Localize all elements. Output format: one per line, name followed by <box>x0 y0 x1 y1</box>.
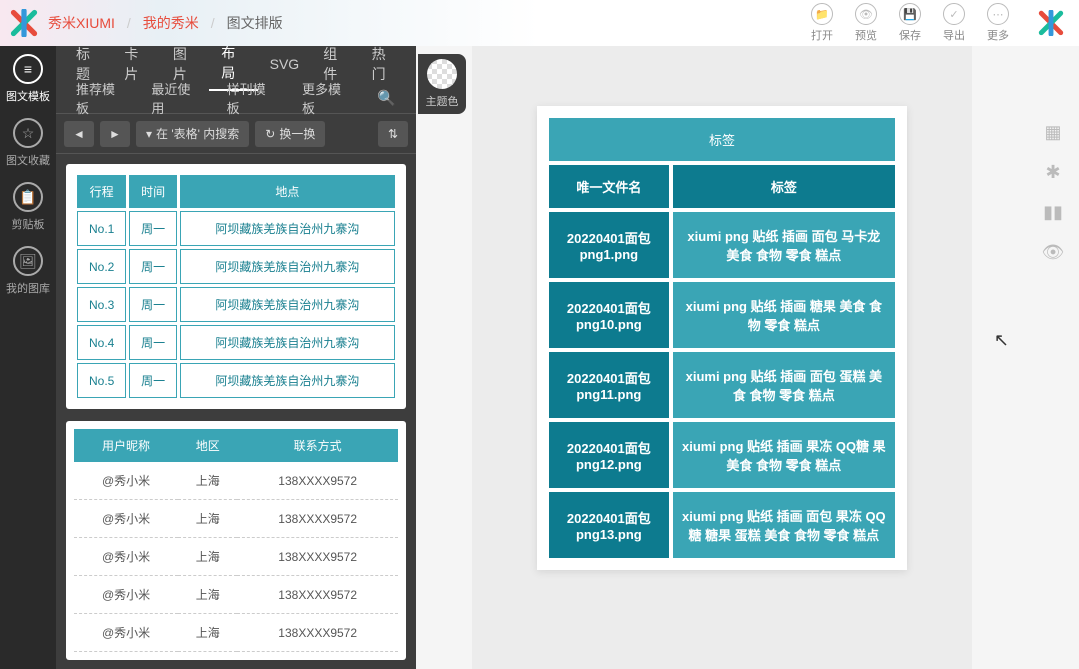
shuffle-button[interactable]: ↻ 换一换 <box>255 121 325 147</box>
document-content[interactable]: 标签 唯一文件名标签 20220401面包png1.pngxiumi png 贴… <box>537 106 907 570</box>
image-icon: 🖼 <box>13 246 43 276</box>
template-table-2: 用户昵称地区联系方式 @秀小米上海138XXXX9572 @秀小米上海138XX… <box>74 429 398 652</box>
folder-icon: 📁 <box>811 3 833 25</box>
lines-icon: ≡ <box>13 54 43 84</box>
dots-icon: ⋯ <box>987 3 1009 25</box>
xiumi-logo <box>10 9 38 37</box>
clipboard-icon: 📋 <box>13 182 43 212</box>
search-icon[interactable]: 🔍 <box>365 89 408 107</box>
breadcrumb-current: 图文排版 <box>227 13 283 33</box>
theme-color-button[interactable]: 主题色 <box>418 54 466 114</box>
template-item-2[interactable]: 用户昵称地区联系方式 @秀小米上海138XXXX9572 @秀小米上海138XX… <box>66 421 406 660</box>
category-tabs: 标题 卡片 图片 布局 SVG 组件 热门 <box>56 46 416 82</box>
cursor-icon: ↖ <box>994 330 1009 351</box>
sort-button[interactable]: ⇅ <box>378 121 408 147</box>
visibility-icon[interactable]: 👁 <box>1041 240 1065 264</box>
subtab-more[interactable]: 更多模板 <box>290 79 365 117</box>
top-actions: 📁打开 👁预览 💾保存 ✓导出 ⋯更多 <box>811 3 1009 43</box>
subtab-sample[interactable]: 样刊模板 <box>215 79 290 117</box>
save-button[interactable]: 💾保存 <box>899 3 921 43</box>
rail-mylib[interactable]: 🖼我的图库 <box>4 246 52 296</box>
star-icon: ☆ <box>13 118 43 148</box>
content-table[interactable]: 标签 唯一文件名标签 20220401面包png1.pngxiumi png 贴… <box>545 114 899 562</box>
tab-hot[interactable]: 热门 <box>360 44 408 84</box>
tab-svg[interactable]: SVG <box>258 56 312 72</box>
table-row: 20220401面包png12.pngxiumi png 贴纸 插画 果冻 QQ… <box>549 422 895 488</box>
template-panel: 主题色 标题 卡片 图片 布局 SVG 组件 热门 推荐模板 最近使用 样刊模板… <box>56 46 416 669</box>
panel-toolbar: ◄ ► ▾ 在 '表格' 内搜索 ↻ 换一换 ⇅ <box>56 114 416 154</box>
template-table-1: 行程时间地点 No.1周一阿坝藏族羌族自治州九寨沟 No.2周一阿坝藏族羌族自治… <box>74 172 398 401</box>
rail-clipboard[interactable]: 📋剪贴板 <box>4 182 52 232</box>
breadcrumb-mine[interactable]: 我的秀米 <box>143 13 199 33</box>
templates-scroll[interactable]: 行程时间地点 No.1周一阿坝藏族羌族自治州九寨沟 No.2周一阿坝藏族羌族自治… <box>56 154 416 669</box>
checker-icon <box>427 59 457 89</box>
top-bar: 秀米XIUMI / 我的秀米 / 图文排版 📁打开 👁预览 💾保存 ✓导出 ⋯更… <box>0 0 1079 46</box>
table-title[interactable]: 标签 <box>549 118 895 161</box>
eye-icon: 👁 <box>855 3 877 25</box>
search-filter-button[interactable]: ▾ 在 '表格' 内搜索 <box>136 121 249 147</box>
subtab-recent[interactable]: 最近使用 <box>139 79 214 117</box>
forward-button[interactable]: ► <box>100 121 130 147</box>
left-rail: ≡图文模板 ☆图文收藏 📋剪贴板 🖼我的图库 <box>0 46 56 669</box>
export-button[interactable]: ✓导出 <box>943 3 965 43</box>
right-tool-rail: ▦ ✱ ▮▮ 👁 <box>1041 120 1065 264</box>
sub-tabs: 推荐模板 最近使用 样刊模板 更多模板 🔍 <box>56 82 416 114</box>
table-row: 20220401面包png11.pngxiumi png 贴纸 插画 面包 蛋糕… <box>549 352 895 418</box>
table-row: 20220401面包png10.pngxiumi png 贴纸 插画 糖果 美食… <box>549 282 895 348</box>
sparkle-icon[interactable]: ✱ <box>1041 160 1065 184</box>
rail-templates[interactable]: ≡图文模板 <box>4 54 52 104</box>
table-row: 20220401面包png13.pngxiumi png 贴纸 插画 面包 果冻… <box>549 492 895 558</box>
chart-icon[interactable]: ▮▮ <box>1041 200 1065 224</box>
col-header-filename[interactable]: 唯一文件名 <box>549 165 669 208</box>
breadcrumb: 秀米XIUMI / 我的秀米 / 图文排版 <box>48 13 283 33</box>
template-item-1[interactable]: 行程时间地点 No.1周一阿坝藏族羌族自治州九寨沟 No.2周一阿坝藏族羌族自治… <box>66 164 406 409</box>
check-icon: ✓ <box>943 3 965 25</box>
subtab-recommended[interactable]: 推荐模板 <box>64 79 139 117</box>
open-button[interactable]: 📁打开 <box>811 3 833 43</box>
editor-canvas[interactable]: 标签 唯一文件名标签 20220401面包png1.pngxiumi png 贴… <box>472 46 972 669</box>
back-button[interactable]: ◄ <box>64 121 94 147</box>
save-icon: 💾 <box>899 3 921 25</box>
grid-icon[interactable]: ▦ <box>1041 120 1065 144</box>
breadcrumb-brand[interactable]: 秀米XIUMI <box>48 13 115 33</box>
col-header-tags[interactable]: 标签 <box>673 165 895 208</box>
rail-favorites[interactable]: ☆图文收藏 <box>4 118 52 168</box>
table-row: 20220401面包png1.pngxiumi png 贴纸 插画 面包 马卡龙… <box>549 212 895 278</box>
more-button[interactable]: ⋯更多 <box>987 3 1009 43</box>
xiumi-logo-right[interactable] <box>1038 10 1064 36</box>
preview-button[interactable]: 👁预览 <box>855 3 877 43</box>
